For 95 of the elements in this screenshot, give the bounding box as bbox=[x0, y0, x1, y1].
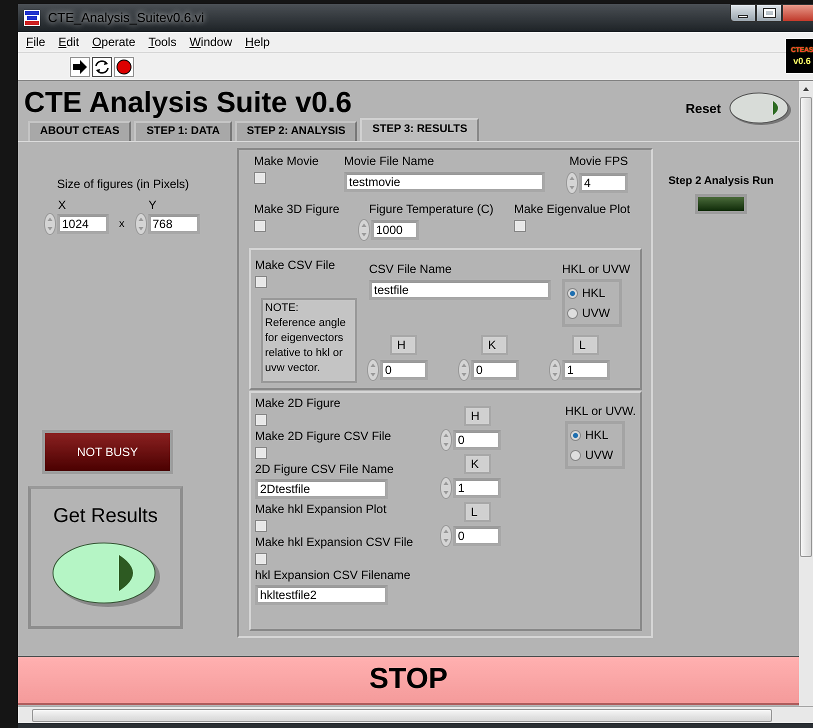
spin-arrows-icon[interactable] bbox=[566, 172, 578, 194]
spin-arrows-icon[interactable] bbox=[440, 477, 452, 499]
maximize-button[interactable] bbox=[756, 4, 782, 22]
times-sign: x bbox=[119, 216, 124, 232]
menu-item[interactable]: Help bbox=[245, 33, 270, 51]
size-label: Size of figures (in Pixels) bbox=[57, 177, 190, 192]
reset-button[interactable] bbox=[729, 91, 793, 127]
reset-label: Reset bbox=[686, 100, 721, 118]
checkbox[interactable] bbox=[255, 414, 267, 426]
radio-button[interactable] bbox=[567, 288, 578, 298]
panel-title: CTE Analysis Suite v0.6 bbox=[24, 87, 352, 119]
busy-text: NOT BUSY bbox=[76, 444, 138, 461]
field-label: Movie File Name bbox=[344, 154, 436, 169]
checkbox[interactable] bbox=[255, 553, 267, 565]
text-field[interactable]: 2Dtestfile bbox=[255, 479, 388, 499]
stop-sign-icon[interactable] bbox=[114, 56, 134, 76]
spin-arrows-icon[interactable] bbox=[44, 213, 56, 235]
vector-label: L bbox=[572, 335, 599, 355]
spin-arrows-icon[interactable] bbox=[440, 429, 452, 451]
menu-item[interactable]: Edit bbox=[58, 33, 80, 51]
numeric-field[interactable]: 1024 bbox=[57, 214, 109, 234]
radio-button[interactable] bbox=[570, 430, 582, 440]
radio-label: HKL bbox=[582, 286, 606, 300]
stop-button[interactable]: STOP bbox=[18, 656, 799, 705]
run-arrow-icon[interactable] bbox=[70, 56, 90, 76]
spin-arrows-icon[interactable] bbox=[358, 219, 370, 241]
text-field[interactable]: testmovie bbox=[344, 172, 545, 192]
horizontal-scrollbar[interactable] bbox=[18, 706, 813, 723]
vector-label: K bbox=[464, 454, 491, 474]
checkbox-label: Make CSV File bbox=[255, 258, 336, 273]
numeric-field[interactable]: 768 bbox=[148, 214, 200, 234]
indicator-label: Step 2 Analysis Run bbox=[668, 174, 774, 189]
checkbox-label: Make hkl Expansion CSV File bbox=[255, 535, 414, 550]
spin-arrows-icon[interactable] bbox=[440, 525, 452, 547]
text-field[interactable]: testfile bbox=[369, 280, 551, 300]
field-label: X bbox=[58, 198, 68, 213]
field-label: Movie FPS bbox=[569, 154, 628, 169]
tab[interactable]: ABOUT CTEAS bbox=[28, 121, 132, 141]
checkbox-label: Make hkl Expansion Plot bbox=[255, 502, 388, 517]
field-label: Figure Temperature (C) bbox=[369, 202, 494, 217]
tab[interactable]: STEP 3: RESULTS bbox=[360, 118, 480, 141]
numeric-field[interactable]: 0 bbox=[471, 360, 519, 380]
menu-item[interactable]: Window bbox=[189, 33, 232, 51]
radio-group-label: HKL or UVW. bbox=[565, 404, 636, 419]
vector-label: K bbox=[481, 335, 508, 355]
checkbox-label: Make Movie bbox=[254, 154, 320, 169]
checkbox[interactable] bbox=[255, 520, 267, 532]
radio-label: UVW bbox=[582, 306, 610, 320]
run-continuously-icon[interactable] bbox=[92, 56, 112, 76]
numeric-field[interactable]: 1 bbox=[452, 478, 501, 498]
vi-icon-version: v0.6 bbox=[793, 56, 811, 67]
vector-label: L bbox=[464, 502, 491, 522]
checkbox-label: Make 2D Figure CSV File bbox=[255, 429, 392, 444]
menu-item[interactable]: Operate bbox=[92, 33, 136, 51]
checkbox-label: Make Eigenvalue Plot bbox=[514, 202, 630, 217]
radio-label: HKL bbox=[585, 428, 608, 442]
tab[interactable]: STEP 2: ANALYSIS bbox=[234, 121, 358, 141]
field-label: hkl Expansion CSV Filename bbox=[255, 568, 412, 583]
vertical-scrollbar[interactable] bbox=[799, 81, 813, 706]
radio-label: UVW bbox=[585, 448, 614, 462]
close-button[interactable] bbox=[782, 4, 813, 22]
numeric-field[interactable]: 0 bbox=[452, 430, 501, 450]
vector-label: H bbox=[464, 406, 491, 426]
numeric-field[interactable]: 1 bbox=[562, 360, 610, 380]
radio-button[interactable] bbox=[570, 450, 582, 460]
spin-arrows-icon[interactable] bbox=[458, 359, 470, 381]
spin-arrows-icon[interactable] bbox=[367, 359, 379, 381]
checkbox-label: Make 2D Figure bbox=[255, 396, 342, 411]
checkbox[interactable] bbox=[255, 276, 267, 288]
checkbox[interactable] bbox=[514, 220, 526, 232]
field-label: Y bbox=[148, 198, 158, 213]
spin-arrows-icon[interactable] bbox=[134, 213, 146, 235]
app-icon bbox=[24, 10, 40, 26]
numeric-field[interactable]: 1000 bbox=[371, 220, 419, 240]
checkbox[interactable] bbox=[255, 447, 267, 459]
checkbox[interactable] bbox=[254, 172, 266, 184]
radio-button[interactable] bbox=[567, 308, 578, 318]
vector-label: H bbox=[390, 335, 417, 355]
checkbox-label: Make 3D Figure bbox=[254, 202, 340, 217]
spin-arrows-icon[interactable] bbox=[549, 359, 561, 381]
field-label: 2D Figure CSV File Name bbox=[255, 462, 395, 477]
note-text: NOTE: Reference angle for eigenvectors relative to hkl or uvw vector. bbox=[265, 301, 347, 376]
numeric-field[interactable]: 0 bbox=[452, 526, 501, 546]
field-label: CSV File Name bbox=[369, 262, 453, 277]
tab[interactable]: STEP 1: DATA bbox=[134, 121, 232, 141]
get-results-label: Get Results bbox=[53, 504, 158, 529]
numeric-field[interactable]: 4 bbox=[579, 173, 628, 193]
menu-item[interactable]: Tools bbox=[148, 33, 176, 51]
checkbox[interactable] bbox=[254, 220, 266, 232]
minimize-button[interactable] bbox=[730, 4, 756, 22]
window-title: CTE_Analysis_Suitev0.6.vi bbox=[48, 9, 204, 28]
menu-item[interactable]: File bbox=[26, 33, 46, 51]
text-field[interactable]: hkltestfile2 bbox=[255, 585, 388, 605]
numeric-field[interactable]: 0 bbox=[380, 360, 428, 380]
radio-group-label: HKL or UVW bbox=[562, 262, 630, 277]
